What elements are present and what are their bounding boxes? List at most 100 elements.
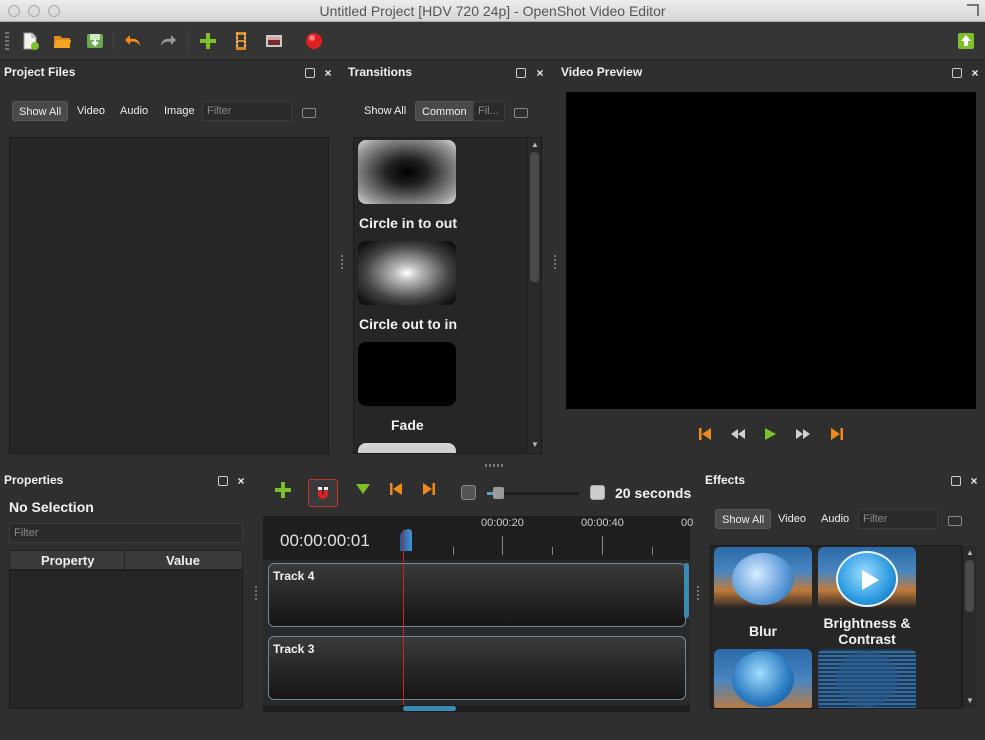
tab-show-all[interactable]: Show All [12,101,69,121]
fullscreen-icon[interactable] [967,4,979,16]
close-panel-icon[interactable]: × [969,475,979,487]
playhead-line [403,530,404,705]
project-files-filter-input[interactable]: Filter [202,101,292,121]
timeline-scroll-thumb[interactable] [403,706,456,711]
undo-icon[interactable] [123,31,143,51]
open-project-icon[interactable] [52,31,72,51]
main-toolbar [0,22,985,60]
panel-splitter[interactable] [341,255,343,271]
tab-show-all[interactable]: Show All [358,101,412,121]
float-panel-icon[interactable] [952,68,962,78]
effects-scrollbar[interactable]: ▲ ▼ [962,546,976,708]
scroll-up-icon[interactable]: ▲ [531,140,539,149]
project-files-list[interactable] [9,137,329,454]
redo-icon[interactable] [158,31,178,51]
transition-thumbnail[interactable] [358,342,456,406]
effects-filter-input[interactable]: Filter [858,509,938,529]
transition-thumbnail[interactable] [358,140,456,204]
tab-audio[interactable]: Audio [114,101,154,121]
scroll-thumb[interactable] [965,560,974,612]
transitions-filter-input[interactable]: Fil... [473,101,505,121]
tab-show-all[interactable]: Show All [715,509,772,529]
timeline-track[interactable]: Track 3 [268,636,686,700]
panel-splitter[interactable] [554,255,556,271]
timeline-vertical-scroll-thumb[interactable] [684,563,689,618]
ruler-label: 00 [681,517,694,529]
add-track-icon[interactable] [274,481,292,499]
playhead-handle[interactable] [400,529,412,551]
tab-image[interactable]: Image [158,101,201,121]
effect-thumbnail[interactable] [818,649,916,708]
zoom-slider[interactable] [487,487,579,499]
ruler-tick [602,536,603,555]
choose-profile-icon[interactable] [231,31,251,51]
panel-splitter[interactable] [255,586,257,602]
clear-filter-icon[interactable] [514,108,528,118]
snapping-toggle-button[interactable] [308,479,338,507]
jump-to-end-icon[interactable] [829,426,845,442]
tab-audio[interactable]: Audio [815,509,855,529]
effects-title: Effects [705,473,746,487]
rewind-icon[interactable] [730,426,746,442]
update-icon[interactable] [956,31,976,51]
fast-forward-icon[interactable] [795,426,811,442]
window-title: Untitled Project [HDV 720 24p] - OpenSho… [319,3,666,19]
add-marker-icon[interactable] [355,481,371,497]
scroll-up-icon[interactable]: ▲ [966,548,974,557]
close-panel-icon[interactable]: × [970,67,980,79]
transitions-scrollbar[interactable]: ▲ ▼ [527,138,541,453]
panel-splitter[interactable] [697,586,699,602]
toolbar-grip[interactable] [5,32,9,50]
zoom-slider-handle[interactable] [493,487,504,499]
timeline-track[interactable]: Track 4 [268,563,686,627]
clear-filter-icon[interactable] [302,108,316,118]
close-panel-icon[interactable]: × [323,67,333,79]
tab-video[interactable]: Video [772,509,812,529]
timeline-horizontal-scrollbar[interactable] [263,705,690,712]
float-panel-icon[interactable] [305,68,315,78]
title-bar: Untitled Project [HDV 720 24p] - OpenSho… [0,0,985,22]
save-project-icon[interactable] [85,31,105,51]
tab-common[interactable]: Common [415,101,474,121]
float-panel-icon[interactable] [218,476,228,486]
tab-video[interactable]: Video [71,101,111,121]
transition-thumbnail[interactable] [358,241,456,305]
clear-filter-icon[interactable] [948,516,962,526]
scroll-down-icon[interactable]: ▼ [531,440,539,449]
ruler-tick [453,547,454,555]
scroll-thumb[interactable] [530,152,539,282]
fullscreen-icon[interactable] [264,31,284,51]
effect-thumbnail[interactable] [714,649,812,708]
properties-header: Properties × [4,473,250,493]
effects-tabs: Show All Video Audio [715,509,855,531]
video-preview-title: Video Preview [561,65,643,79]
previous-marker-icon[interactable] [388,481,404,497]
float-panel-icon[interactable] [516,68,526,78]
properties-filter-input[interactable]: Filter [9,523,243,543]
transition-thumbnail[interactable] [358,443,456,453]
scroll-down-icon[interactable]: ▼ [966,696,974,705]
zoom-in-icon[interactable] [461,485,476,500]
column-header-property[interactable]: Property [41,553,94,568]
next-marker-icon[interactable] [421,481,437,497]
timeline-ruler[interactable]: 00:00:00:01 00:00:20 00:00:40 00 [263,516,694,560]
close-panel-icon[interactable]: × [236,475,246,487]
properties-table-header: Property Value [9,550,243,570]
selection-label: No Selection [9,499,94,515]
new-project-icon[interactable] [20,31,40,51]
transition-label: Circle in to out [359,215,457,231]
horizontal-splitter[interactable] [485,464,503,467]
track-name: Track 3 [273,642,315,656]
effect-thumbnail[interactable] [818,547,916,609]
zoom-out-icon[interactable] [590,485,605,500]
float-panel-icon[interactable] [951,476,961,486]
jump-to-start-icon[interactable] [697,426,713,442]
export-video-icon[interactable] [304,31,324,51]
blur-orb-icon [732,553,794,605]
play-icon[interactable] [762,426,778,442]
import-files-icon[interactable] [198,31,218,51]
close-panel-icon[interactable]: × [535,67,545,79]
column-divider [124,551,125,569]
column-header-value[interactable]: Value [166,553,200,568]
effect-thumbnail[interactable] [714,547,812,609]
